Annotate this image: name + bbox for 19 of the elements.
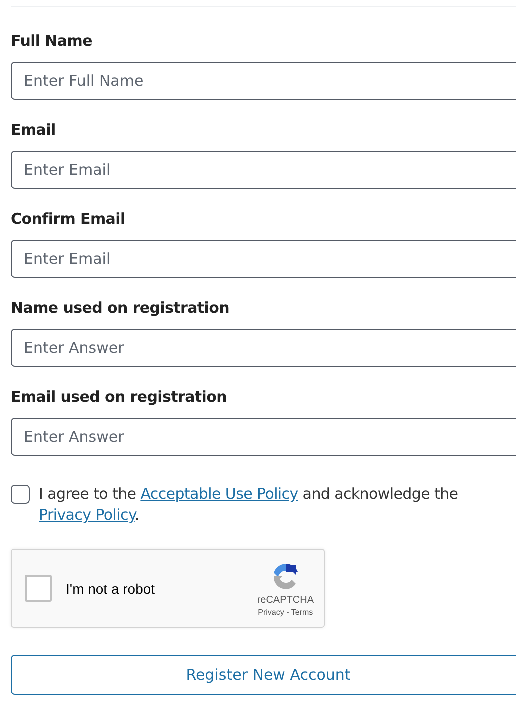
captcha-checkbox[interactable] bbox=[25, 575, 52, 602]
agree-checkbox[interactable] bbox=[11, 485, 30, 504]
policy-link[interactable]: Privacy Policy bbox=[39, 506, 135, 524]
captcha-label: I'm not a robot bbox=[66, 580, 156, 596]
agreement-text: I agree to the Acceptable Use Policy and acknowledge the Privacy Policy. bbox=[39, 484, 460, 526]
field-label: Confirm Email bbox=[11, 210, 126, 228]
text-field[interactable]: Enter Full Name bbox=[11, 62, 516, 100]
field-label: Name used on registration bbox=[11, 299, 231, 317]
register-button[interactable]: Register New Account bbox=[11, 655, 516, 695]
text-field[interactable]: Enter Answer bbox=[11, 329, 516, 367]
field-label: Full Name bbox=[11, 32, 94, 50]
captcha-links: Privacy - Terms bbox=[258, 608, 314, 616]
text-field[interactable]: Enter Answer bbox=[11, 418, 516, 456]
captcha-brand: reCAPTCHA bbox=[257, 594, 314, 606]
field-label: Email used on registration bbox=[11, 388, 228, 406]
field-label: Email bbox=[11, 121, 57, 139]
text-field[interactable]: Enter Email bbox=[11, 240, 516, 278]
text-field[interactable]: Enter Email bbox=[11, 151, 516, 189]
policy-link[interactable]: Acceptable Use Policy bbox=[140, 485, 298, 503]
